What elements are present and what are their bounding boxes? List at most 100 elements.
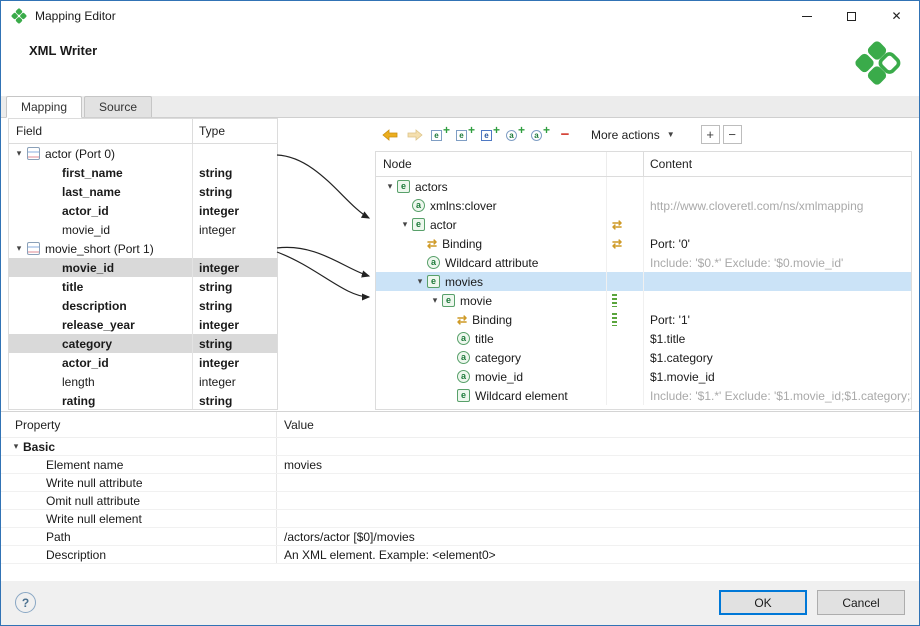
- node-row[interactable]: ▾emovie: [376, 291, 911, 310]
- property-row[interactable]: Path/actors/actor [$0]/movies: [1, 528, 919, 546]
- field-port-row[interactable]: ▾ movie_short (Port 1): [9, 239, 277, 258]
- field-cell: ▾actor (Port 0): [9, 144, 192, 163]
- chevron-down-icon[interactable]: ▾: [12, 243, 26, 254]
- property-row[interactable]: Write null attribute: [1, 474, 919, 492]
- fields-column-type: Type: [192, 119, 277, 143]
- node-content: [643, 177, 911, 196]
- field-row[interactable]: actor_idinteger: [9, 201, 277, 220]
- node-status-cell: [606, 291, 643, 310]
- more-actions-label: More actions: [591, 128, 660, 142]
- property-cell: Element name: [1, 456, 276, 473]
- field-row[interactable]: categorystring: [9, 334, 277, 353]
- field-row[interactable]: movie_idinteger: [9, 220, 277, 239]
- property-value: movies: [276, 456, 919, 473]
- help-button[interactable]: ?: [15, 592, 36, 613]
- property-row[interactable]: DescriptionAn XML element. Example: <ele…: [1, 546, 919, 564]
- chevron-down-icon[interactable]: ▾: [9, 441, 23, 452]
- expand-all-button[interactable]: +: [701, 125, 720, 144]
- element-icon: e: [412, 218, 425, 231]
- node-content: $1.movie_id: [643, 367, 911, 386]
- property-cell: Write null attribute: [1, 474, 276, 491]
- cancel-button[interactable]: Cancel: [817, 590, 905, 615]
- node-row[interactable]: ▾emovies: [376, 272, 911, 291]
- add-child-element-icon[interactable]: e+: [429, 124, 451, 146]
- dialog-buttons: OK Cancel: [719, 590, 905, 615]
- node-row[interactable]: ▾aWildcard attributeInclude: '$0.*' Excl…: [376, 253, 911, 272]
- field-cell: last_name: [9, 182, 192, 201]
- node-cell: ▾⇄Binding: [376, 234, 606, 253]
- node-row[interactable]: ▾⇄BindingPort: '1': [376, 310, 911, 329]
- node-row[interactable]: ▾eWildcard elementInclude: '$1.*' Exclud…: [376, 386, 911, 405]
- remove-icon[interactable]: −: [554, 124, 576, 146]
- attribute-icon: a: [457, 370, 470, 383]
- port-record-icon: [27, 242, 40, 255]
- field-port-row[interactable]: ▾actor (Port 0): [9, 144, 277, 163]
- property-row[interactable]: Element namemovies: [1, 456, 919, 474]
- field-row[interactable]: last_namestring: [9, 182, 277, 201]
- node-row[interactable]: ▾axmlns:cloverhttp://www.cloveretl.com/n…: [376, 196, 911, 215]
- field-row[interactable]: descriptionstring: [9, 296, 277, 315]
- status-column-header: [606, 152, 643, 176]
- tab-mapping[interactable]: Mapping: [6, 96, 82, 118]
- map-field-icon[interactable]: [379, 124, 401, 146]
- node-row[interactable]: ▾acategory$1.category: [376, 348, 911, 367]
- tab-source[interactable]: Source: [84, 96, 152, 117]
- value-column-header: Value: [276, 412, 919, 437]
- chevron-down-icon[interactable]: ▾: [383, 181, 397, 192]
- field-type: [192, 144, 277, 163]
- close-button[interactable]: ✕: [874, 1, 919, 31]
- add-wildcard-attribute-icon[interactable]: a+: [529, 124, 551, 146]
- property-value: [276, 438, 919, 455]
- node-cell: ▾emovie: [376, 291, 606, 310]
- field-row[interactable]: titlestring: [9, 277, 277, 296]
- field-row[interactable]: first_namestring: [9, 163, 277, 182]
- ok-button[interactable]: OK: [719, 590, 807, 615]
- field-label: movie_short (Port 1): [45, 242, 154, 256]
- field-label: category: [62, 337, 112, 351]
- add-attribute-icon[interactable]: a+: [504, 124, 526, 146]
- node-label: Wildcard element: [475, 389, 568, 403]
- field-cell: category: [9, 334, 192, 353]
- property-group-row[interactable]: ▾Basic: [1, 438, 919, 456]
- add-element-blue-icon[interactable]: e+: [479, 124, 501, 146]
- node-row[interactable]: ▾⇄Binding⇄Port: '0': [376, 234, 911, 253]
- chevron-down-icon[interactable]: ▾: [398, 219, 412, 230]
- node-cell: ▾eactors: [376, 177, 606, 196]
- clover-app-icon: [10, 7, 28, 25]
- node-content: $1.category: [643, 348, 911, 367]
- node-row[interactable]: ▾amovie_id$1.movie_id: [376, 367, 911, 386]
- field-type: string: [192, 296, 277, 315]
- chevron-down-icon[interactable]: ▾: [12, 148, 26, 159]
- minimize-button[interactable]: [784, 1, 829, 31]
- field-row[interactable]: actor_idinteger: [9, 353, 277, 372]
- unmap-field-icon[interactable]: [404, 124, 426, 146]
- field-row[interactable]: ratingstring: [9, 391, 277, 410]
- field-label: movie_id: [62, 223, 110, 237]
- field-label: length: [62, 375, 95, 389]
- more-actions-button[interactable]: More actions ▼: [583, 125, 683, 145]
- node-status-cell: ⇄: [606, 215, 643, 234]
- titlebar: Mapping Editor ✕: [1, 1, 919, 31]
- element-icon: e: [457, 389, 470, 402]
- field-row[interactable]: lengthinteger: [9, 372, 277, 391]
- field-type: string: [192, 182, 277, 201]
- field-cell: release_year: [9, 315, 192, 334]
- binding-icon: ⇄: [612, 237, 622, 251]
- fields-header: Field Type: [9, 119, 277, 144]
- property-value: [276, 474, 919, 491]
- node-status-cell: [606, 310, 643, 329]
- field-row[interactable]: movie_idinteger: [9, 258, 277, 277]
- chevron-down-icon[interactable]: ▾: [428, 295, 442, 306]
- node-row[interactable]: ▾eactor⇄: [376, 215, 911, 234]
- node-row[interactable]: ▾eactors: [376, 177, 911, 196]
- collapse-all-button[interactable]: −: [723, 125, 742, 144]
- chevron-down-icon[interactable]: ▾: [413, 276, 427, 287]
- add-element-icon[interactable]: e+: [454, 124, 476, 146]
- field-row[interactable]: release_yearinteger: [9, 315, 277, 334]
- field-label: actor_id: [62, 356, 109, 370]
- property-row[interactable]: Write null element: [1, 510, 919, 528]
- maximize-button[interactable]: [829, 1, 874, 31]
- node-row[interactable]: ▾atitle$1.title: [376, 329, 911, 348]
- property-row[interactable]: Omit null attribute: [1, 492, 919, 510]
- field-cell: rating: [9, 391, 192, 410]
